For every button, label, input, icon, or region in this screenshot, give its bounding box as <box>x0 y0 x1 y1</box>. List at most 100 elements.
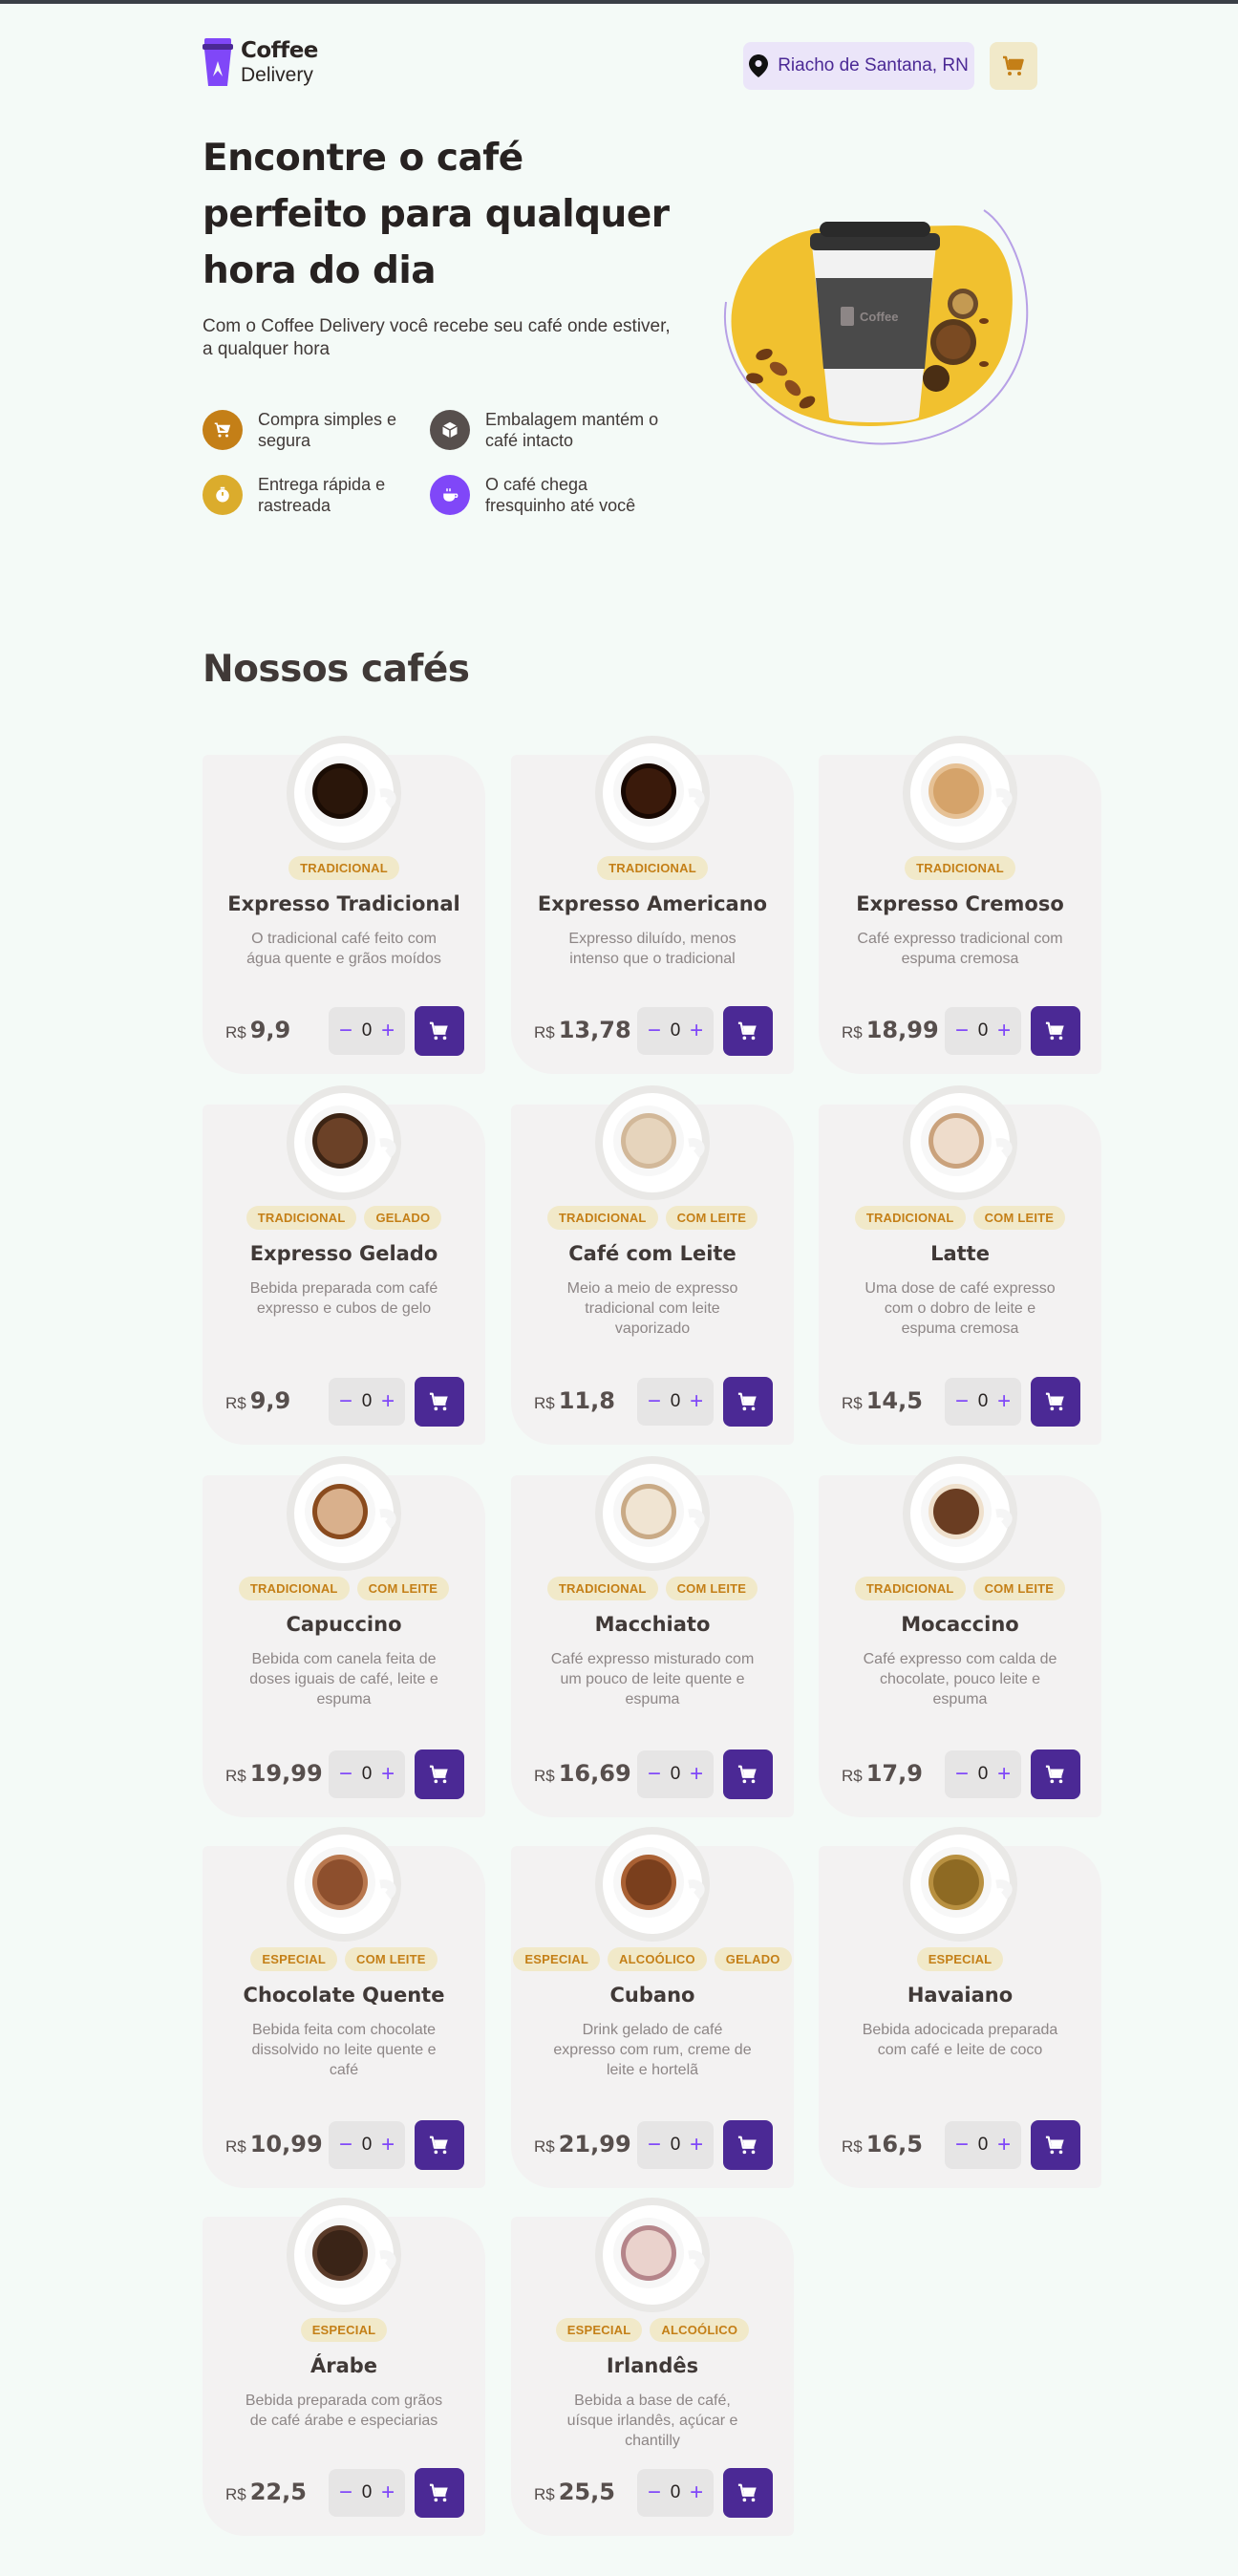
product-tags: TRADICIONAL COM LEITE <box>819 1577 1101 1600</box>
timer-icon <box>203 475 243 515</box>
product-description: O tradicional café feito com água quente… <box>246 931 441 967</box>
plus-icon[interactable]: + <box>997 1763 1011 1786</box>
minus-icon[interactable]: − <box>339 2481 352 2504</box>
plus-icon[interactable]: + <box>997 2134 1011 2157</box>
add-to-cart-button[interactable] <box>723 1377 773 1427</box>
add-to-cart-button[interactable] <box>723 2468 773 2518</box>
quantity-stepper[interactable]: − 0 + <box>329 2469 405 2517</box>
add-to-cart-button[interactable] <box>415 1006 464 1056</box>
quantity-stepper[interactable]: − 0 + <box>945 1378 1021 1426</box>
add-to-cart-button[interactable] <box>415 2468 464 2518</box>
product-tag: COM LEITE <box>356 1577 450 1600</box>
cart-icon <box>203 410 243 450</box>
product-name: Expresso Gelado <box>249 1242 438 1265</box>
price-value: 18,99 <box>865 1017 939 1043</box>
plus-icon[interactable]: + <box>381 2134 395 2157</box>
add-to-cart-button[interactable] <box>1031 1006 1080 1056</box>
product-card: TRADICIONAL COM LEITE Latte Uma dose de c… <box>819 1085 1101 1445</box>
add-to-cart-button[interactable] <box>1031 1377 1080 1427</box>
hero-subtitle: Com o Coffee Delivery você recebe seu ca… <box>203 316 671 359</box>
minus-icon[interactable]: − <box>955 2134 969 2157</box>
product-description: Bebida preparada com grãos de café árabe… <box>245 2393 443 2429</box>
plus-icon[interactable]: + <box>690 1020 703 1042</box>
quantity-stepper[interactable]: − 0 + <box>945 2121 1021 2169</box>
cart-button[interactable] <box>990 42 1037 90</box>
quantity-value: 0 <box>977 1764 989 1784</box>
product-tag: COM LEITE <box>665 1577 758 1600</box>
quantity-value: 0 <box>361 1391 373 1411</box>
product-tag: TRADICIONAL <box>854 1577 966 1600</box>
quantity-stepper[interactable]: − 0 + <box>637 2121 714 2169</box>
quantity-stepper[interactable]: − 0 + <box>945 1750 1021 1798</box>
quantity-stepper[interactable]: − 0 + <box>945 1007 1021 1055</box>
quantity-stepper[interactable]: − 0 + <box>329 1378 405 1426</box>
minus-icon[interactable]: − <box>648 1390 661 1413</box>
product-name: Expresso Tradicional <box>227 892 460 915</box>
product-tag: ESPECIAL <box>300 2318 388 2342</box>
minus-icon[interactable]: − <box>955 1390 969 1413</box>
plus-icon[interactable]: + <box>690 2134 703 2157</box>
plus-icon[interactable]: + <box>381 1763 395 1786</box>
product-tag: COM LEITE <box>972 1206 1066 1230</box>
coffee-cup-image <box>287 1827 401 1942</box>
plus-icon[interactable]: + <box>997 1390 1011 1413</box>
minus-icon[interactable]: − <box>648 1763 661 1786</box>
product-tag: COM LEITE <box>345 1947 438 1971</box>
quantity-stepper[interactable]: − 0 + <box>329 1007 405 1055</box>
product-tags: TRADICIONAL COM LEITE <box>511 1206 794 1230</box>
plus-icon[interactable]: + <box>690 1390 703 1413</box>
price-value: 19,99 <box>249 1760 323 1787</box>
minus-icon[interactable]: − <box>955 1763 969 1786</box>
product-card: ESPECIAL Havaiano Bebida adocicada prepa… <box>819 1827 1101 2188</box>
product-price: R$ 25,5 <box>534 2479 615 2505</box>
cart-icon <box>737 1020 758 1041</box>
product-card: TRADICIONAL COM LEITE Macchiato Café expr… <box>511 1456 794 1817</box>
price-value: 25,5 <box>558 2479 615 2505</box>
price-value: 22,5 <box>249 2479 307 2505</box>
price-value: 16,5 <box>865 2131 923 2157</box>
cart-icon <box>429 1020 450 1041</box>
minus-icon[interactable]: − <box>648 2481 661 2504</box>
quantity-stepper[interactable]: − 0 + <box>637 1007 714 1055</box>
add-to-cart-button[interactable] <box>1031 2120 1080 2170</box>
product-price: R$ 9,9 <box>225 1017 290 1043</box>
add-to-cart-button[interactable] <box>415 1750 464 1799</box>
add-to-cart-button[interactable] <box>415 2120 464 2170</box>
quantity-stepper[interactable]: − 0 + <box>329 2121 405 2169</box>
add-to-cart-button[interactable] <box>723 2120 773 2170</box>
add-to-cart-button[interactable] <box>723 1006 773 1056</box>
plus-icon[interactable]: + <box>690 2481 703 2504</box>
feature-text: Compra simples e segura <box>258 410 397 450</box>
minus-icon[interactable]: − <box>339 2134 352 2157</box>
price-value: 21,99 <box>558 2131 631 2157</box>
add-to-cart-button[interactable] <box>1031 1750 1080 1799</box>
quantity-stepper[interactable]: − 0 + <box>329 1750 405 1798</box>
quantity-stepper[interactable]: − 0 + <box>637 1750 714 1798</box>
quantity-stepper[interactable]: − 0 + <box>637 1378 714 1426</box>
logo[interactable]: Coffee Delivery <box>203 38 318 88</box>
minus-icon[interactable]: − <box>648 1020 661 1042</box>
minus-icon[interactable]: − <box>339 1020 352 1042</box>
minus-icon[interactable]: − <box>339 1390 352 1413</box>
cart-icon <box>429 2482 450 2503</box>
location-badge[interactable]: Riacho de Santana, RN <box>743 42 974 90</box>
plus-icon[interactable]: + <box>381 2481 395 2504</box>
currency-symbol: R$ <box>225 1394 246 1412</box>
quantity-value: 0 <box>977 2135 989 2155</box>
plus-icon[interactable]: + <box>997 1020 1011 1042</box>
product-tags: ESPECIAL COM LEITE <box>203 1947 485 1971</box>
hero-coffee-cup-image: Coffee <box>723 209 1029 445</box>
product-tag: TRADICIONAL <box>238 1577 350 1600</box>
minus-icon[interactable]: − <box>648 2134 661 2157</box>
minus-icon[interactable]: − <box>339 1763 352 1786</box>
plus-icon[interactable]: + <box>381 1020 395 1042</box>
minus-icon[interactable]: − <box>955 1020 969 1042</box>
feature-packaging: Embalagem mantém o café intacto <box>430 409 667 451</box>
quantity-stepper[interactable]: − 0 + <box>637 2469 714 2517</box>
add-to-cart-button[interactable] <box>415 1377 464 1427</box>
add-to-cart-button[interactable] <box>723 1750 773 1799</box>
plus-icon[interactable]: + <box>381 1390 395 1413</box>
plus-icon[interactable]: + <box>690 1763 703 1786</box>
product-description: Bebida adocicada preparada com café e le… <box>862 2022 1058 2058</box>
quantity-value: 0 <box>670 2135 681 2155</box>
